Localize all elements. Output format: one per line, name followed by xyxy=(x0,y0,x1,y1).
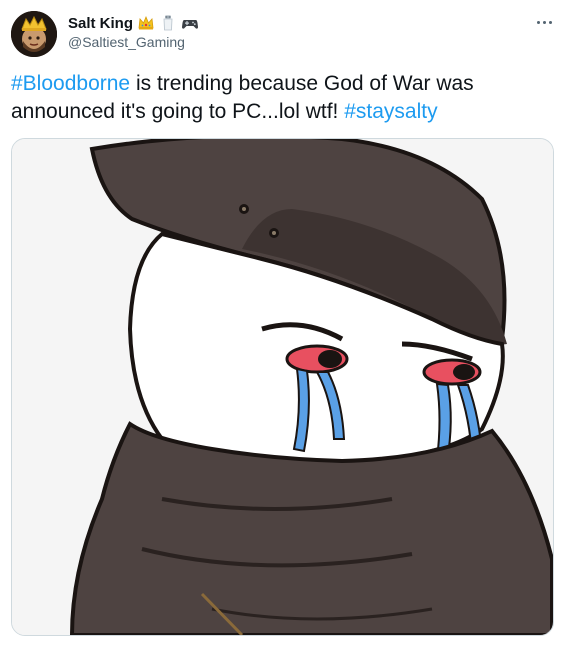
hashtag-bloodborne[interactable]: #Bloodborne xyxy=(11,72,130,95)
author-avatar[interactable] xyxy=(11,11,57,57)
tweet: Salt King @Saltiest_Gaming #Bloodborne i… xyxy=(0,0,570,653)
more-dot xyxy=(548,20,552,24)
author-handle[interactable]: @Saltiest_Gaming xyxy=(68,34,185,50)
game-controller-emoji xyxy=(182,20,199,29)
tweet-media-image[interactable] xyxy=(11,138,554,636)
hashtag-staysalty[interactable]: #staysalty xyxy=(344,100,437,123)
author-name-row[interactable]: Salt King xyxy=(68,12,199,34)
author-display-name[interactable]: Salt King xyxy=(68,15,133,32)
more-dot xyxy=(536,20,540,24)
more-options-button[interactable] xyxy=(532,12,556,32)
salt-shaker-emoji xyxy=(163,15,173,31)
crown-emoji xyxy=(138,15,154,30)
crying-hunter-illustration xyxy=(12,139,553,635)
more-dot xyxy=(542,20,546,24)
tweet-text: #Bloodborne is trending because God of W… xyxy=(11,70,551,126)
